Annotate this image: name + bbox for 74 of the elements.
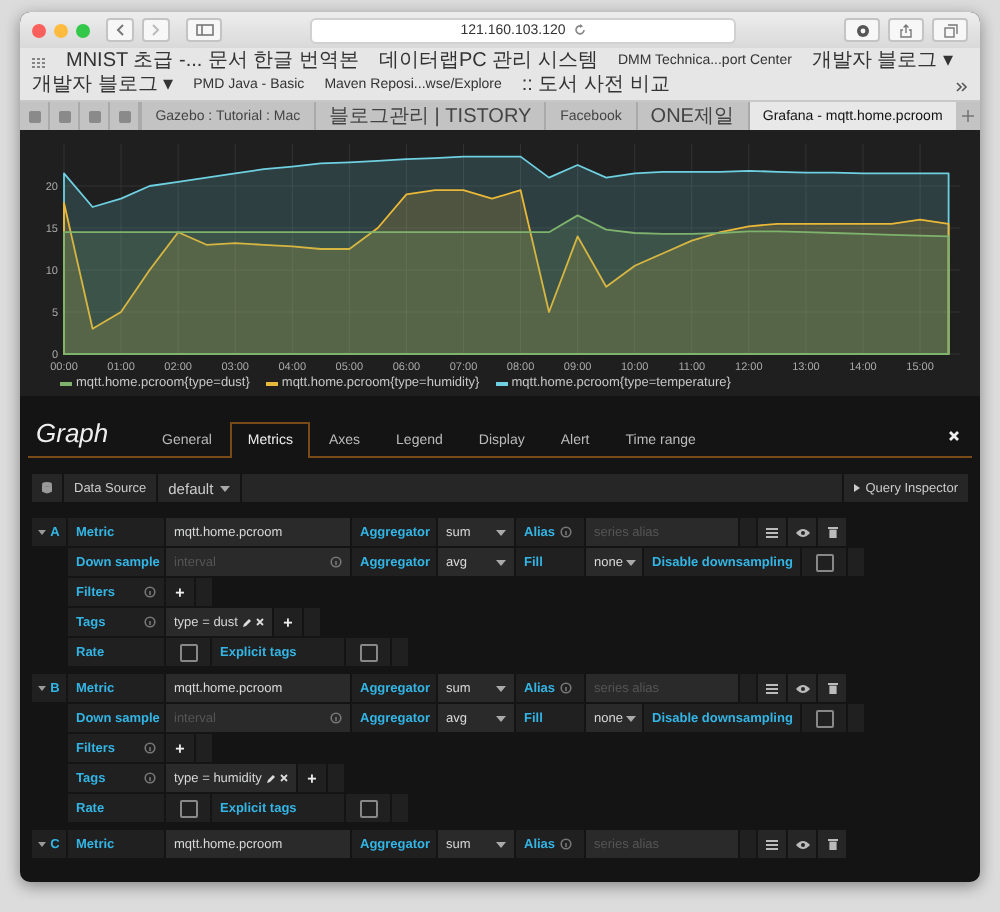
close-icon[interactable] [948,430,960,442]
reload-icon[interactable] [573,24,586,36]
menu-icon [766,683,778,693]
trash-icon [827,526,837,538]
visibility-button[interactable] [788,674,816,702]
close-icon[interactable] [255,618,264,626]
info-icon [144,586,156,598]
extension-button[interactable] [844,18,880,42]
delete-button[interactable] [818,518,846,546]
tabs-icon [943,23,957,37]
share-icon [900,23,912,37]
visibility-button[interactable] [788,830,816,858]
chevron-left-icon [116,24,124,36]
checkbox[interactable] [815,553,834,571]
caret-icon [219,485,230,491]
sidebar-button[interactable] [186,18,222,42]
caret-icon [496,715,506,721]
delete-button[interactable] [818,674,846,702]
add-tag-button[interactable]: + [297,764,326,792]
trash-icon [827,838,837,850]
caret-icon [38,684,47,692]
caret-icon [38,528,47,536]
info-icon [144,616,156,628]
editor-title: Graph [34,418,111,452]
tabs-overview-button[interactable] [932,18,968,42]
sidebar-icon [195,24,213,36]
trash-icon [827,682,837,694]
caret-icon [496,529,506,535]
checkbox[interactable] [179,799,197,817]
pencil-icon[interactable] [265,773,276,783]
add-tag-button[interactable]: + [273,608,302,636]
caret-icon [496,841,506,847]
close-icon[interactable] [279,774,288,782]
eye-icon [795,839,809,849]
info-icon [330,712,342,724]
caret-icon [496,559,506,565]
circle-icon [855,23,869,37]
caret-icon [496,685,506,691]
visibility-button[interactable] [788,518,816,546]
info-icon [559,682,572,694]
checkbox[interactable] [815,709,834,727]
add-filter-button[interactable]: + [166,578,194,606]
eye-icon [795,527,809,537]
bookmark-link[interactable]: 데이터랩PC 관리 시스템 [378,50,598,74]
menu-button[interactable] [758,674,786,702]
eye-icon [795,683,809,693]
info-icon [559,838,572,850]
chevron-icon[interactable] [956,81,968,91]
bookmark-link[interactable]: 개발자 블로그 ▾ [811,50,954,74]
checkbox[interactable] [359,643,377,661]
checkbox[interactable] [359,799,377,817]
caret-icon [626,559,637,565]
caret-icon [38,840,47,848]
menu-icon [766,839,778,849]
delete-button[interactable] [818,830,846,858]
back-button[interactable] [106,18,134,42]
add-filter-button[interactable]: + [166,734,194,762]
menu-button[interactable] [758,518,786,546]
database-icon [42,482,52,494]
menu-button[interactable] [758,830,786,858]
bookmark-link[interactable]: :: 도서 사전 비교 [521,74,670,98]
bookmark-link[interactable]: MNIST 초급 -... 문서 한글 번역본 [66,50,359,74]
chevron-right-icon [152,24,160,36]
info-icon [144,742,156,754]
info-icon [330,556,342,568]
caret-icon [626,715,637,721]
bookmark-link[interactable]: 개발자 블로그 ▾ [32,74,174,98]
info-icon [559,526,572,538]
menu-icon [766,527,778,537]
checkbox[interactable] [179,643,197,661]
triangle-icon [853,484,860,492]
info-icon [144,772,156,784]
pencil-icon[interactable] [241,617,252,627]
bookmarks-grid-icon[interactable] [32,57,46,67]
